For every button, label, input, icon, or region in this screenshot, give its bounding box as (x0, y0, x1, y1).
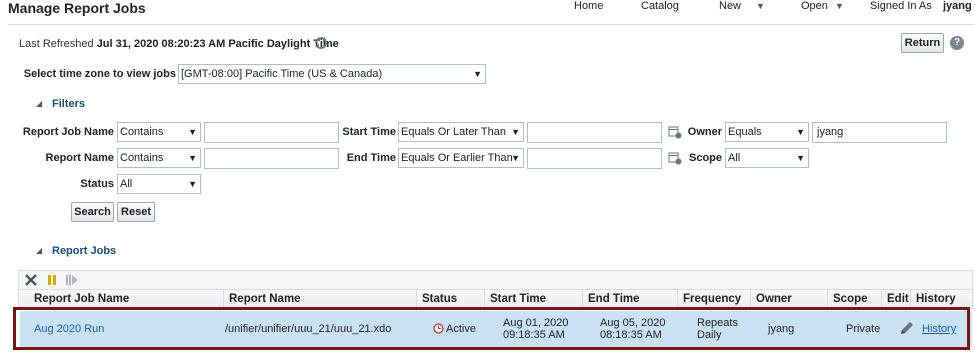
start-time-operator[interactable]: Equals Or Later Than ▼ (398, 122, 524, 142)
chevron-down-icon: ▼ (188, 153, 197, 163)
delete-icon[interactable] (24, 273, 38, 287)
timezone-value: [GMT-08:00] Pacific Time (US & Canada) (181, 68, 383, 80)
status-select[interactable]: All ▼ (117, 174, 201, 194)
return-button[interactable]: Return (901, 33, 944, 53)
col-report-job-name[interactable]: Report Job Name (34, 293, 129, 305)
chevron-down-icon[interactable]: ▼ (835, 1, 844, 11)
table-toolbar (18, 270, 973, 289)
end-time-operator-value: Equals Or Earlier Than (401, 152, 513, 164)
report-name-operator-value: Contains (120, 152, 164, 164)
resume-icon[interactable] (65, 273, 79, 287)
col-status[interactable]: Status (422, 293, 457, 305)
end-time-input[interactable] (527, 148, 662, 169)
chevron-down-icon: ▼ (796, 127, 805, 137)
pause-icon[interactable] (45, 273, 59, 287)
page-title: Manage Report Jobs (8, 0, 146, 16)
start-time-input[interactable] (527, 122, 662, 143)
col-frequency[interactable]: Frequency (683, 293, 741, 305)
nav-catalog[interactable]: Catalog (641, 0, 679, 12)
status-label: Status (80, 178, 114, 190)
filters-section-title[interactable]: Filters (52, 98, 85, 110)
last-refreshed: Last Refreshed Jul 31, 2020 08:20:23 AM … (19, 38, 339, 50)
start-time-label: Start Time (342, 126, 396, 138)
col-history[interactable]: History (916, 293, 956, 305)
scope-value: All (728, 152, 741, 164)
nav-open[interactable]: Open (801, 0, 828, 12)
report-job-name-operator-value: Contains (120, 126, 164, 138)
nav-new[interactable]: New (719, 0, 741, 12)
chevron-down-icon: ▼ (188, 127, 197, 137)
chevron-down-icon: ▼ (511, 153, 520, 163)
reset-button[interactable]: Reset (117, 202, 155, 222)
help-icon[interactable]: ? (950, 36, 964, 50)
refresh-icon[interactable] (314, 36, 328, 50)
signed-in-label: Signed In As (870, 0, 932, 12)
chevron-down-icon: ▼ (188, 179, 197, 189)
timezone-label: Select time zone to view jobs (23, 68, 176, 80)
chevron-down-icon: ▼ (473, 69, 482, 79)
search-button[interactable]: Search (71, 202, 114, 222)
owner-label: Owner (687, 126, 722, 138)
report-job-name-label: Report Job Name (22, 126, 114, 138)
report-name-input[interactable] (204, 148, 339, 169)
report-jobs-section-title[interactable]: Report Jobs (52, 245, 116, 257)
chevron-down-icon: ▼ (511, 127, 520, 137)
username[interactable]: jyang (943, 0, 972, 12)
col-end-time[interactable]: End Time (588, 293, 640, 305)
col-start-time[interactable]: Start Time (490, 293, 546, 305)
end-time-label: End Time (346, 152, 396, 164)
col-scope[interactable]: Scope (833, 293, 868, 305)
last-refreshed-label: Last Refreshed (19, 38, 94, 50)
top-bar: Manage Report Jobs Home Catalog New ▼ Op… (0, 0, 975, 22)
chevron-down-icon: ▼ (796, 153, 805, 163)
report-job-name-input[interactable] (204, 122, 339, 143)
highlight-box (13, 307, 970, 350)
chevron-down-icon[interactable]: ▼ (756, 1, 765, 11)
scope-label: Scope (688, 152, 722, 164)
report-name-operator[interactable]: Contains ▼ (117, 148, 201, 168)
owner-operator[interactable]: Equals ▼ (725, 122, 809, 142)
owner-operator-value: Equals (728, 126, 762, 138)
col-report-name[interactable]: Report Name (229, 293, 301, 305)
report-job-name-operator[interactable]: Contains ▼ (117, 122, 201, 142)
table-header: Report Job Name Report Name Status Start… (18, 289, 973, 309)
nav-home[interactable]: Home (574, 0, 603, 12)
start-time-operator-value: Equals Or Later Than (401, 126, 506, 138)
owner-input[interactable]: jyang (812, 122, 947, 143)
timezone-select[interactable]: [GMT-08:00] Pacific Time (US & Canada) ▼ (178, 64, 486, 84)
end-time-operator[interactable]: Equals Or Earlier Than ▼ (398, 148, 524, 168)
collapse-report-jobs-icon[interactable]: ◢ (36, 246, 42, 255)
col-owner[interactable]: Owner (756, 293, 792, 305)
status-value: All (120, 178, 133, 190)
report-name-label: Report Name (45, 152, 114, 164)
last-refreshed-timestamp: Jul 31, 2020 08:20:23 AM Pacific Dayligh… (96, 38, 339, 50)
collapse-filters-icon[interactable]: ◢ (36, 99, 42, 108)
col-edit[interactable]: Edit (887, 293, 909, 305)
scope-select[interactable]: All ▼ (725, 148, 809, 168)
